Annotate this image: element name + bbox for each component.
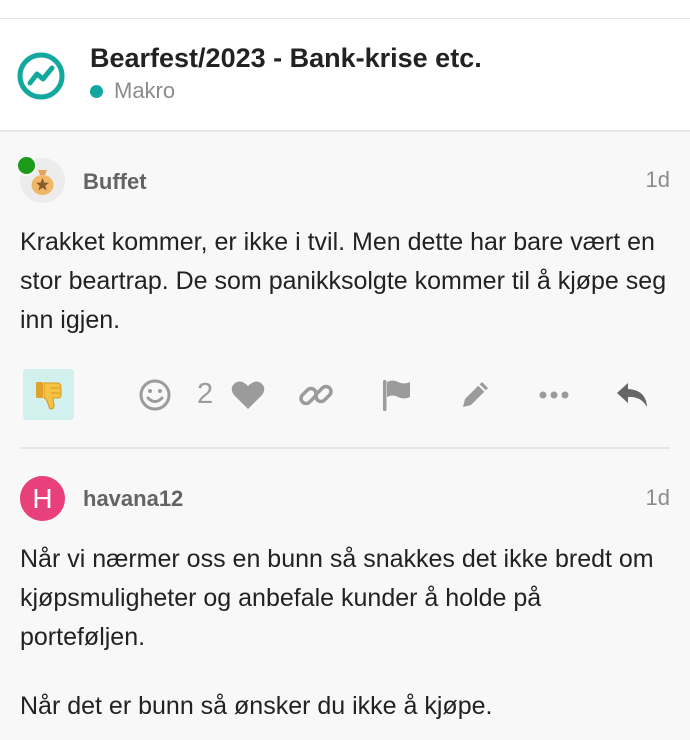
avatar[interactable]: H: [20, 476, 65, 521]
username[interactable]: havana12: [83, 486, 183, 512]
link-icon: [299, 384, 333, 406]
category-badge[interactable]: Makro: [90, 78, 175, 104]
topic-title[interactable]: Bearfest/2023 - Bank-krise etc.: [90, 43, 482, 74]
smile-icon: [139, 379, 171, 411]
pencil-icon: [463, 382, 488, 407]
heart-icon: [231, 381, 265, 409]
share-link-button[interactable]: [298, 377, 334, 413]
post-paragraph: Krakket kommer, er ikke i tvil. Men dett…: [20, 228, 667, 334]
reply-icon: [617, 383, 647, 407]
flag-icon: [383, 380, 410, 411]
like-count[interactable]: 2: [197, 378, 213, 411]
reaction-thumbs-down-button[interactable]: [23, 369, 74, 420]
site-logo-icon[interactable]: [16, 51, 66, 101]
topic-header: Bearfest/2023 - Bank-krise etc. Makro: [0, 19, 690, 132]
online-indicator: [16, 155, 37, 176]
flag-button[interactable]: [378, 377, 414, 413]
post-paragraph: Når det er bunn så ønsker du ikke å kjøp…: [20, 692, 493, 720]
reply-button[interactable]: [614, 377, 652, 413]
more-options-button[interactable]: [536, 377, 572, 413]
username[interactable]: Buffet: [83, 169, 147, 195]
avatar-letter: H: [32, 482, 53, 514]
post-age[interactable]: 1d: [646, 485, 670, 511]
category-label: Makro: [114, 78, 176, 103]
post-divider: [20, 447, 670, 449]
category-dot-icon: [90, 84, 103, 98]
post-body: Krakket kommer, er ikke i tvil. Men dett…: [20, 223, 670, 340]
edit-button[interactable]: [457, 377, 493, 413]
post-age[interactable]: 1d: [646, 167, 670, 193]
emoji-reaction-button[interactable]: [137, 377, 173, 413]
like-button[interactable]: [230, 379, 266, 411]
post-body: Når vi nærmer oss en bunn så snakkes det…: [20, 540, 670, 726]
post-actions: 2: [0, 369, 690, 425]
thumbs-down-icon: [35, 381, 61, 410]
more-horizontal-icon: [539, 391, 569, 399]
post-paragraph: Når vi nærmer oss en bunn så snakkes det…: [20, 545, 654, 651]
top-bar: [0, 0, 690, 19]
